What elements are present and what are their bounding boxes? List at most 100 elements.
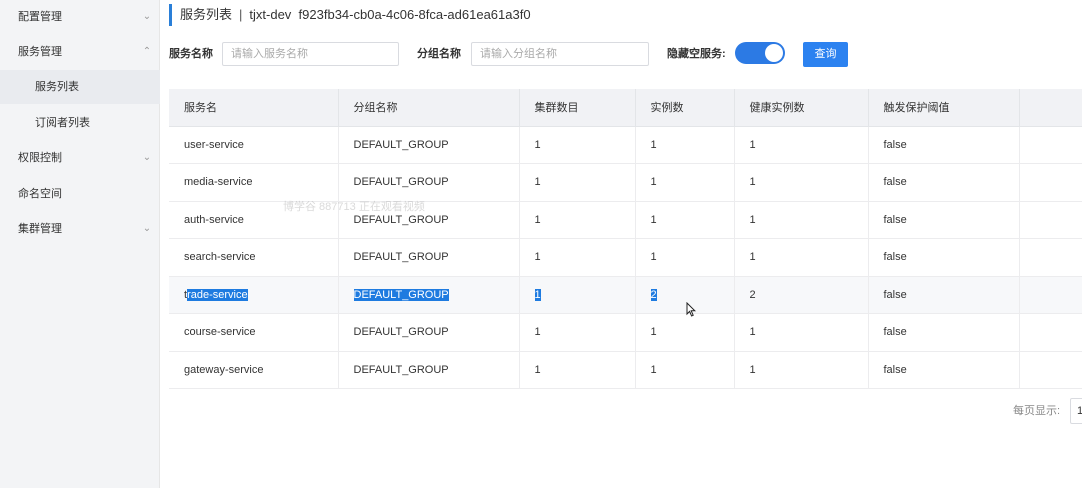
hide-empty-label: 隐藏空服务: <box>667 48 726 60</box>
title-accent-bar <box>169 4 172 26</box>
page-title: 服务列表 | tjxt-dev f923fb34-cb0a-4c06-8fca-ad… <box>180 5 531 25</box>
cell-protect-threshold: false <box>868 313 1020 352</box>
cell-protect-threshold: false <box>868 126 1020 164</box>
sidebar: 配置管理 ⌄ 服务管理 ⌃ 服务列表 订阅者列表 权限控制 ⌄ 命名空间 集群管… <box>0 0 160 488</box>
chevron-down-icon: ⌄ <box>142 11 152 22</box>
cell-cluster-count: 1 <box>519 126 636 164</box>
group-name-input[interactable] <box>471 42 649 66</box>
sidebar-item-subscriber-list[interactable]: 订阅者列表 <box>0 106 160 140</box>
sidebar-item-label: 订阅者列表 <box>35 117 90 129</box>
sidebar-item-service-list[interactable]: 服务列表 <box>0 70 160 104</box>
cell-service-name: trade-service <box>169 276 339 314</box>
cell-protect-threshold: false <box>868 238 1020 277</box>
sidebar-item-access-control[interactable]: 权限控制 ⌄ <box>0 141 160 175</box>
cell-instance-count: 2 <box>635 276 735 314</box>
service-name-input[interactable] <box>222 42 399 66</box>
cell-cluster-count: 1 <box>519 201 636 239</box>
cell-healthy-count: 1 <box>734 163 869 202</box>
table-row: search-service DEFAULT_GROUP 1 1 1 false <box>169 238 1082 277</box>
page-size-select[interactable]: 1 <box>1070 398 1082 424</box>
cell-actions <box>1019 351 1082 389</box>
sidebar-item-label: 集群管理 <box>18 223 62 235</box>
table-row: auth-service DEFAULT_GROUP 1 1 1 false <box>169 201 1082 239</box>
cell-group-name: DEFAULT_GROUP <box>338 238 520 277</box>
cell-cluster-count: 1 <box>519 351 636 389</box>
group-name-label: 分组名称 <box>417 48 461 60</box>
cell-healthy-count: 1 <box>734 126 869 164</box>
cell-service-name: user-service <box>169 126 339 164</box>
column-header-actions <box>1019 89 1082 127</box>
chevron-up-icon: ⌃ <box>142 46 152 57</box>
sidebar-item-cluster[interactable]: 集群管理 ⌄ <box>0 212 160 246</box>
cell-cluster-count: 1 <box>519 276 636 314</box>
sidebar-item-service-management[interactable]: 服务管理 ⌃ <box>0 35 160 69</box>
selected-text: 1 <box>534 288 541 301</box>
service-name-label: 服务名称 <box>169 48 213 60</box>
query-button[interactable]: 查询 <box>803 42 848 67</box>
chevron-down-icon: ⌄ <box>142 223 152 234</box>
table-row: user-service DEFAULT_GROUP 1 1 1 false <box>169 126 1082 164</box>
cell-actions <box>1019 126 1082 164</box>
cell-actions <box>1019 276 1082 314</box>
cell-instance-count: 1 <box>635 163 735 202</box>
cell-protect-threshold: false <box>868 351 1020 389</box>
table-row: media-service DEFAULT_GROUP 1 1 1 false <box>169 163 1082 202</box>
column-header-service-name[interactable]: 服务名 <box>169 89 339 127</box>
cell-service-name: media-service <box>169 163 339 202</box>
page-title-text: 服务列表 <box>180 7 233 22</box>
cell-service-name: search-service <box>169 238 339 277</box>
cell-instance-count: 1 <box>635 238 735 277</box>
cell-protect-threshold: false <box>868 201 1020 239</box>
cell-healthy-count: 1 <box>734 351 869 389</box>
sidebar-item-label: 服务管理 <box>18 46 62 58</box>
cell-actions <box>1019 163 1082 202</box>
selected-text: DEFAULT_GROUP <box>353 288 449 301</box>
selected-text: rade-service <box>187 288 248 301</box>
selected-text: 2 <box>650 288 657 301</box>
cell-group-name: DEFAULT_GROUP <box>338 163 520 202</box>
column-header-instance-count[interactable]: 实例数 <box>635 89 735 127</box>
cell-cluster-count: 1 <box>519 238 636 277</box>
hide-empty-toggle[interactable] <box>735 42 785 64</box>
cell-instance-count: 1 <box>635 126 735 164</box>
cell-group-name: DEFAULT_GROUP <box>338 351 520 389</box>
cell-cluster-count: 1 <box>519 313 636 352</box>
cell-protect-threshold: false <box>868 276 1020 314</box>
namespace-name: tjxt-dev <box>249 7 292 22</box>
page-size-label: 每页显示: <box>1013 405 1061 417</box>
title-separator: | <box>239 7 243 22</box>
cell-service-name: course-service <box>169 313 339 352</box>
cell-instance-count: 1 <box>635 351 735 389</box>
column-header-cluster-count[interactable]: 集群数目 <box>519 89 636 127</box>
sidebar-item-label: 服务列表 <box>35 81 79 93</box>
cell-group-name: DEFAULT_GROUP <box>338 276 520 314</box>
sidebar-item-label: 命名空间 <box>18 188 62 200</box>
table-header-row: 服务名 分组名称 集群数目 实例数 健康实例数 触发保护阈值 <box>169 89 1082 127</box>
sidebar-item-label: 权限控制 <box>18 152 62 164</box>
namespace-id: f923fb34-cb0a-4c06-8fca-ad61ea61a3f0 <box>298 7 531 22</box>
cell-actions <box>1019 238 1082 277</box>
table-row: gateway-service DEFAULT_GROUP 1 1 1 fals… <box>169 351 1082 389</box>
cell-instance-count: 1 <box>635 313 735 352</box>
sidebar-item-namespace[interactable]: 命名空间 <box>0 177 160 211</box>
cell-instance-count: 1 <box>635 201 735 239</box>
cell-cluster-count: 1 <box>519 163 636 202</box>
cell-group-name: DEFAULT_GROUP <box>338 126 520 164</box>
cell-actions <box>1019 313 1082 352</box>
cell-service-name: auth-service <box>169 201 339 239</box>
column-header-healthy-count[interactable]: 健康实例数 <box>734 89 869 127</box>
cell-healthy-count: 1 <box>734 313 869 352</box>
sidebar-item-label: 配置管理 <box>18 11 62 23</box>
table-row: course-service DEFAULT_GROUP 1 1 1 false <box>169 313 1082 352</box>
cell-healthy-count: 2 <box>734 276 869 314</box>
toggle-knob <box>765 44 783 62</box>
column-header-protect-threshold[interactable]: 触发保护阈值 <box>868 89 1020 127</box>
cell-service-name: gateway-service <box>169 351 339 389</box>
service-table: 服务名 分组名称 集群数目 实例数 健康实例数 触发保护阈值 user-serv… <box>169 89 1082 389</box>
column-header-group-name[interactable]: 分组名称 <box>338 89 520 127</box>
sidebar-item-config[interactable]: 配置管理 ⌄ <box>0 0 160 34</box>
cell-group-name: DEFAULT_GROUP <box>338 201 520 239</box>
cell-group-name: DEFAULT_GROUP <box>338 313 520 352</box>
cell-healthy-count: 1 <box>734 238 869 277</box>
cell-actions <box>1019 201 1082 239</box>
